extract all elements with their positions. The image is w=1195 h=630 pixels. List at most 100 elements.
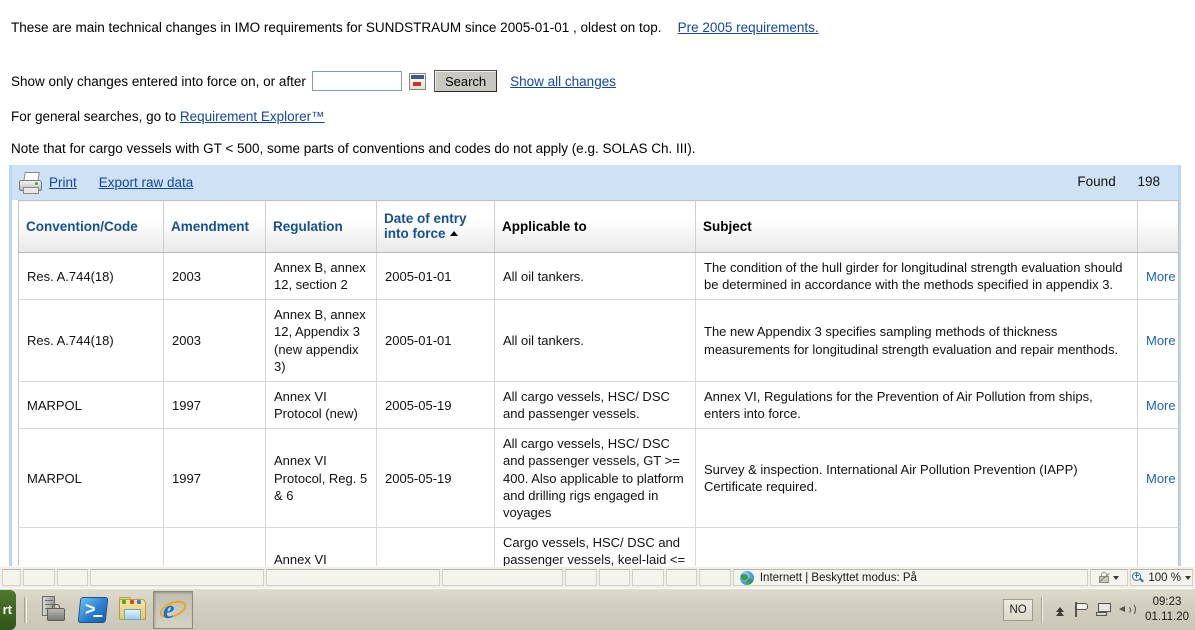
speaker-icon	[1118, 602, 1136, 617]
search-filter-label: Show only changes entered into force on,…	[11, 73, 306, 89]
cell-subject: Annex VI, Regulations for the Prevention…	[695, 380, 1138, 429]
print-link[interactable]: Print	[49, 175, 77, 190]
taskbar-item-internet-explorer[interactable]: e	[153, 590, 193, 629]
results-panel: Print Export raw data Found 198 Conventi…	[9, 165, 1181, 566]
status-cell	[441, 569, 564, 586]
column-header-amendment[interactable]: Amendment	[163, 200, 266, 253]
cell-applicable-to: All oil tankers.	[494, 251, 696, 300]
start-button[interactable]: rt	[0, 589, 16, 630]
pre-2005-requirements-link[interactable]: Pre 2005 requirements.	[678, 20, 819, 35]
cell-more: More	[1137, 299, 1179, 382]
found-count: 198	[1137, 174, 1160, 189]
zoom-level-button[interactable]: 100 %	[1130, 569, 1193, 586]
cell-regulation: Annex VI Protocol, Reg. 5 & 6	[265, 428, 377, 528]
date-input[interactable]	[311, 71, 402, 91]
cell-regulation: Annex VI Protocol, Reg. 13	[265, 527, 377, 566]
cell-regulation: Annex B, annex 12, section 2	[265, 251, 377, 300]
table-row: MARPOL 1997 Annex VI Protocol, Reg. 13 2…	[18, 527, 1179, 566]
column-header-regulation-label[interactable]: Regulation	[273, 219, 343, 234]
more-link[interactable]: More	[1146, 269, 1176, 284]
results-toolbar: Print Export raw data Found 198	[12, 165, 1178, 200]
more-link[interactable]: More	[1146, 398, 1176, 413]
lock-icon	[1099, 572, 1110, 583]
taskbar-item-windows-explorer[interactable]	[113, 591, 153, 629]
cell-more: More	[1137, 380, 1179, 429]
found-counter: Found 198	[1077, 174, 1160, 189]
cell-date: 2005-05-19	[376, 428, 495, 528]
note-paragraph: Note that for cargo vessels with GT < 50…	[11, 141, 696, 156]
cell-date: 2005-01-01	[376, 251, 495, 300]
cell-convention: MARPOL	[18, 527, 164, 566]
column-header-convention[interactable]: Convention/Code	[18, 200, 164, 253]
show-hidden-icons-button[interactable]	[1049, 599, 1071, 621]
windows-taskbar: rt e	[0, 588, 1195, 630]
cell-applicable-to: All oil tankers.	[494, 299, 696, 382]
privacy-settings-button[interactable]	[1089, 569, 1129, 586]
cell-more: More	[1137, 527, 1179, 566]
clock-date: 01.11.20	[1145, 610, 1189, 623]
status-cell	[2, 569, 22, 586]
status-cell	[632, 569, 664, 586]
general-search-text: For general searches, go to	[11, 109, 177, 124]
security-zone-indicator[interactable]: Internett | Beskyttet modus: På	[732, 569, 1088, 586]
cell-more: More	[1137, 428, 1179, 528]
cell-amendment: 2003	[163, 299, 266, 382]
table-container: Convention/Code Amendment Regulation Dat…	[12, 200, 1179, 566]
action-center-icon[interactable]	[1071, 599, 1093, 621]
network-icon[interactable]	[1093, 599, 1115, 621]
show-all-changes-link[interactable]: Show all changes	[510, 74, 616, 89]
cell-date: 2005-01-01	[376, 299, 495, 382]
cell-convention: MARPOL	[18, 380, 164, 429]
chevron-up-icon	[1056, 607, 1065, 616]
table-row: Res. A.744(18) 2003 Annex B, annex 12, s…	[18, 251, 1179, 300]
security-zone-label: Internett | Beskyttet modus: På	[759, 571, 917, 584]
cell-subject: Survey & inspection. International Air P…	[695, 428, 1138, 528]
sort-ascending-icon	[449, 231, 458, 236]
search-button[interactable]: Search	[433, 70, 498, 92]
cell-date: 2005-05-19	[376, 380, 495, 429]
intro-text: These are main technical changes in IMO …	[11, 20, 662, 35]
screen-root: These are main technical changes in IMO …	[0, 0, 1195, 630]
requirement-explorer-link[interactable]: Requirement Explorer™	[180, 109, 325, 124]
cell-subject: The new Appendix 3 specifies sampling me…	[695, 299, 1138, 382]
cell-amendment: 2003	[163, 251, 266, 300]
column-header-applicable-to: Applicable to	[494, 200, 696, 253]
browser-status-bar: Internett | Beskyttet modus: På 100 %	[0, 566, 1195, 588]
column-header-date-of-entry[interactable]: Date of entry into force	[376, 200, 495, 253]
clock-time: 09:23	[1152, 596, 1182, 609]
cell-convention: MARPOL	[18, 428, 164, 528]
cell-date: 2005-05-19	[376, 527, 495, 566]
tray-divider	[1041, 596, 1044, 623]
taskbar-clock[interactable]: 09:23 01.11.20	[1137, 595, 1191, 624]
volume-icon[interactable]	[1115, 599, 1137, 621]
cell-subject: Requirements to maximum emission of NOx.	[695, 527, 1138, 566]
column-header-regulation[interactable]: Regulation	[265, 200, 377, 253]
calendar-picker-icon[interactable]	[408, 72, 426, 90]
general-search-paragraph: For general searches, go to Requirement …	[11, 109, 325, 124]
folder-icon	[118, 596, 148, 623]
status-cell	[266, 569, 440, 586]
intro-paragraph: These are main technical changes in IMO …	[11, 20, 819, 35]
more-link[interactable]: More	[1146, 471, 1176, 486]
status-cell	[665, 569, 698, 586]
more-link[interactable]: More	[1146, 333, 1176, 348]
column-header-convention-label[interactable]: Convention/Code	[26, 219, 138, 234]
cell-amendment: 1997	[163, 380, 266, 429]
network-monitor-icon	[1095, 602, 1113, 617]
cell-more: More	[1137, 251, 1179, 300]
status-cell	[565, 569, 597, 586]
server-manager-icon	[38, 595, 68, 625]
cell-regulation: Annex VI Protocol (new)	[265, 380, 377, 429]
status-cell	[56, 569, 89, 586]
table-header-row: Convention/Code Amendment Regulation Dat…	[18, 200, 1179, 253]
column-header-date-label[interactable]: Date of entry into force	[384, 211, 467, 241]
taskbar-item-powershell[interactable]	[73, 591, 113, 629]
cell-convention: Res. A.744(18)	[18, 251, 164, 300]
taskbar-item-server-manager[interactable]	[33, 591, 73, 629]
export-raw-data-link[interactable]: Export raw data	[99, 175, 194, 190]
browser-content-area: These are main technical changes in IMO …	[0, 0, 1195, 566]
table-row: MARPOL 1997 Annex VI Protocol, Reg. 5 & …	[18, 428, 1179, 528]
language-indicator[interactable]: NO	[1003, 598, 1034, 621]
cell-applicable-to: Cargo vessels, HSC/ DSC and passenger ve…	[494, 527, 696, 566]
column-header-amendment-label[interactable]: Amendment	[171, 219, 249, 234]
